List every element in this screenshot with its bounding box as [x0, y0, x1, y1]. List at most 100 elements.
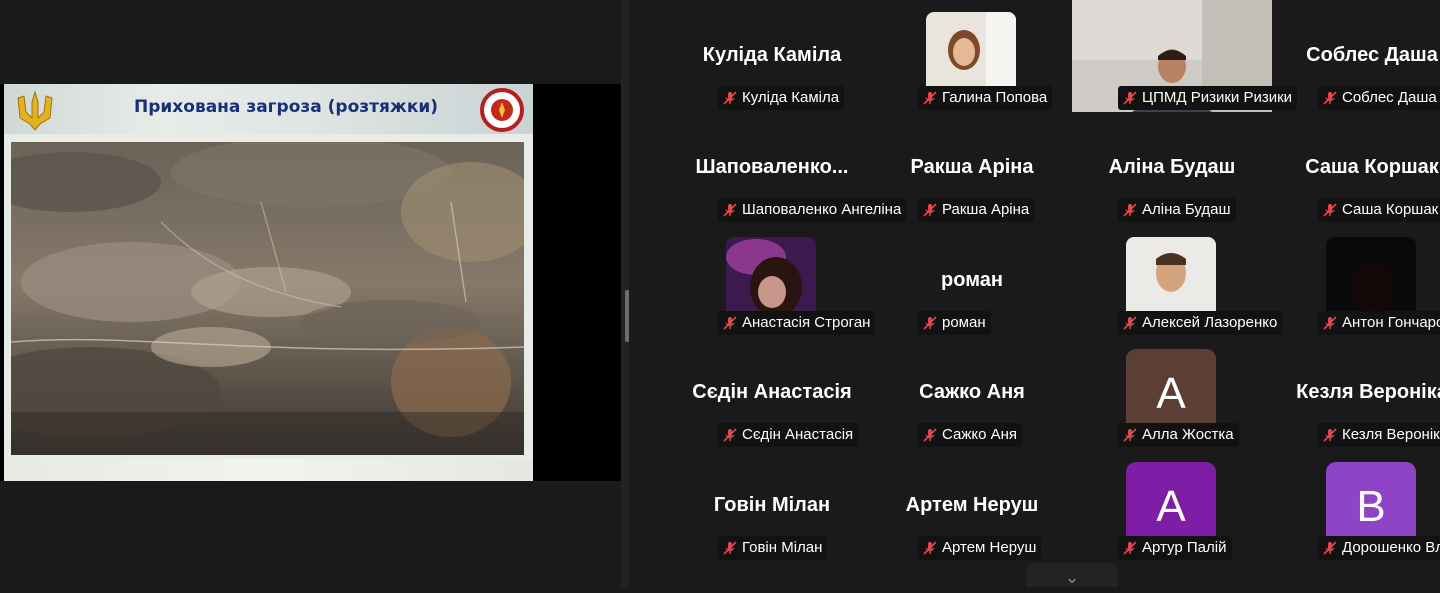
microphone-muted-icon — [1322, 540, 1338, 556]
participant-tile[interactable]: Куліда Каміла Куліда Каміла — [672, 0, 872, 112]
participant-name-text: Артур Палій — [1142, 539, 1227, 556]
participant-display-name: Говін Мілан — [713, 494, 831, 516]
participant-tile[interactable]: Шаповаленко... Шаповаленко Ангеліна — [672, 112, 907, 224]
participant-tile[interactable]: A Алла Жостка — [1072, 337, 1272, 449]
participant-tile[interactable]: Алексей Лазоренко — [1072, 225, 1283, 337]
chevron-down-icon[interactable]: ⌄ — [1026, 563, 1118, 588]
participant-tile[interactable]: Антон Гончаров — [1272, 225, 1440, 337]
participant-name-text: Говін Мілан — [742, 539, 823, 556]
participant-name-label: Аліна Будаш — [1118, 198, 1236, 222]
participant-name-text: Антон Гончаров — [1342, 314, 1440, 331]
participant-name-label: Соблес Даша — [1318, 86, 1440, 110]
participant-name-text: Ракша Аріна — [942, 201, 1030, 218]
microphone-muted-icon — [1122, 315, 1138, 331]
participant-name-label: Сєдін Анастасія — [718, 423, 859, 447]
participant-name-label: ЦПМД Ризики Ризики — [1118, 86, 1298, 110]
microphone-muted-icon — [722, 90, 738, 106]
microphone-muted-icon — [1322, 202, 1338, 218]
microphone-muted-icon — [922, 427, 938, 443]
participant-name-label: Саша Коршак — [1318, 198, 1440, 222]
participant-display-name: Кезля Вероніка — [1296, 381, 1440, 403]
participant-display-name: Аліна Будаш — [1108, 156, 1236, 178]
participant-display-name: Артем Неруш — [905, 494, 1039, 516]
slide-header: Прихована загроза (розтяжки) — [4, 84, 533, 134]
microphone-muted-icon — [1122, 540, 1138, 556]
participant-name-text: Дорошенко Владислав — [1342, 539, 1440, 556]
participant-name-text: Аліна Будаш — [1142, 201, 1231, 218]
screen-share-pane: Прихована загроза (розтяжки) — [0, 0, 621, 587]
trident-emblem-icon — [17, 90, 53, 131]
microphone-muted-icon — [1322, 315, 1338, 331]
participant-name-label: Алла Жостка — [1118, 423, 1239, 447]
participant-name-text: Сєдін Анастасія — [742, 426, 854, 443]
participant-display-name: Сєдін Анастасія — [692, 381, 852, 403]
participant-tile[interactable]: Соблес Даша Соблес Даша — [1272, 0, 1440, 112]
participant-display-name: Шаповаленко... — [695, 156, 849, 178]
participant-name-label: Галина Попова — [918, 86, 1053, 110]
microphone-muted-icon — [722, 315, 738, 331]
participant-tile[interactable]: Артем Неруш Артем Неруш — [872, 450, 1072, 562]
participant-name-label: Куліда Каміла — [718, 86, 845, 110]
participant-name-text: Анастасія Строган — [742, 314, 871, 331]
microphone-muted-icon — [1122, 202, 1138, 218]
participant-tile[interactable]: Ракша Аріна Ракша Аріна — [872, 112, 1072, 224]
participant-tile[interactable]: Говін Мілан Говін Мілан — [672, 450, 872, 562]
microphone-muted-icon — [1322, 90, 1338, 106]
participant-name-label: Сажко Аня — [918, 423, 1023, 447]
microphone-muted-icon — [922, 540, 938, 556]
participant-name-label: Антон Гончаров — [1318, 311, 1440, 335]
participant-name-text: Саша Коршак — [1342, 201, 1439, 218]
microphone-muted-icon — [1122, 427, 1138, 443]
participant-name-text: ЦПМД Ризики Ризики — [1142, 89, 1293, 106]
participant-name-label: Говін Мілан — [718, 536, 828, 560]
participant-name-text: Кезля Вероніка — [1342, 426, 1440, 443]
participant-tile[interactable]: ЦПМД Ризики Ризики — [1072, 0, 1298, 112]
participant-name-text: роман — [942, 314, 986, 331]
participant-gallery: Куліда Каміла Куліда Каміла Галина Попова Ц… — [629, 0, 1440, 587]
participant-name-label: Кезля Вероніка — [1318, 423, 1440, 447]
participant-tile[interactable]: роман роман — [872, 225, 1072, 337]
participant-name-text: Артем Неруш — [942, 539, 1037, 556]
participant-name-label: Артур Палій — [1118, 536, 1232, 560]
participant-tile[interactable]: Анастасія Строган — [672, 225, 876, 337]
slide-photo-dry-leaves — [11, 142, 524, 455]
participant-tile[interactable]: Аліна Будаш Аліна Будаш — [1072, 112, 1272, 224]
microphone-muted-icon — [722, 540, 738, 556]
participant-name-label: Артем Неруш — [918, 536, 1042, 560]
participant-name-label: Дорошенко Владислав — [1318, 536, 1440, 560]
slide-title: Прихована загроза (розтяжки) — [134, 97, 439, 117]
participant-tile[interactable]: A Артур Палій — [1072, 450, 1272, 562]
slide-footer — [4, 459, 533, 481]
participant-name-text: Алексей Лазоренко — [1142, 314, 1278, 331]
participant-name-label: Ракша Аріна — [918, 198, 1035, 222]
participant-display-name: Ракша Аріна — [910, 156, 1034, 178]
participant-name-text: Куліда Каміла — [742, 89, 840, 106]
participant-name-label: Анастасія Строган — [718, 311, 876, 335]
participant-tile[interactable]: Сєдін Анастасія Сєдін Анастасія — [672, 337, 872, 449]
participant-tile[interactable]: Сажко Аня Сажко Аня — [872, 337, 1072, 449]
participant-name-text: Галина Попова — [942, 89, 1048, 106]
participant-display-name: Куліда Каміла — [702, 44, 842, 66]
microphone-muted-icon — [922, 90, 938, 106]
participant-name-text: Сажко Аня — [942, 426, 1018, 443]
participant-display-name: Соблес Даша — [1306, 44, 1438, 66]
microphone-muted-icon — [1122, 90, 1138, 106]
participant-display-name: Сажко Аня — [919, 381, 1025, 403]
participant-name-label: Алексей Лазоренко — [1118, 311, 1283, 335]
microphone-muted-icon — [722, 427, 738, 443]
participant-name-text: Алла Жостка — [1142, 426, 1234, 443]
presentation-slide: Прихована загроза (розтяжки) — [4, 84, 533, 481]
participant-name-label: роман — [918, 311, 991, 335]
microphone-muted-icon — [922, 315, 938, 331]
participant-tile[interactable]: BДорошенко Владислав — [1272, 450, 1440, 562]
participant-tile[interactable]: Саша Коршак Саша Коршак — [1272, 112, 1440, 224]
participant-display-name: Саша Коршак — [1305, 156, 1439, 178]
participant-display-name: роман — [941, 269, 1003, 291]
microphone-muted-icon — [1322, 427, 1338, 443]
participant-name-text: Соблес Даша — [1342, 89, 1437, 106]
participant-tile[interactable]: Кезля Вероніка Кезля Вероніка — [1272, 337, 1440, 449]
microphone-muted-icon — [722, 202, 738, 218]
institute-emblem-icon — [480, 88, 524, 132]
microphone-muted-icon — [922, 202, 938, 218]
participant-tile[interactable]: Галина Попова — [872, 0, 1072, 112]
